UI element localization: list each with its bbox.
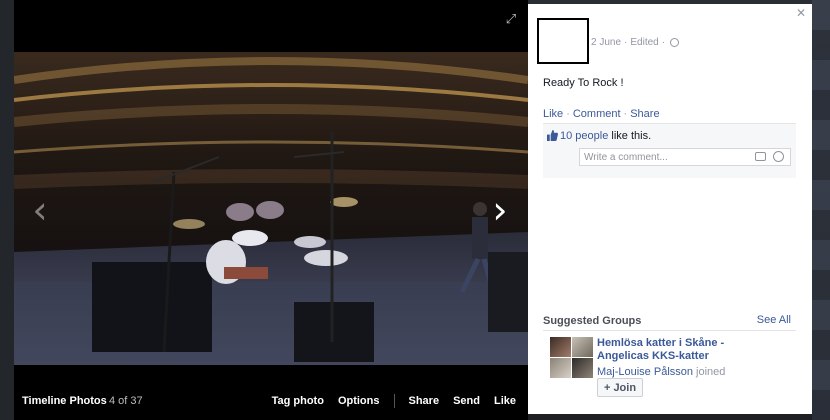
likes-summary: 10 people like this. xyxy=(560,130,651,142)
group-thumb-image xyxy=(550,358,571,378)
comment-placeholder: Write a comment... xyxy=(584,152,668,163)
divider xyxy=(543,330,796,331)
post-text: Ready To Rock ! xyxy=(543,77,624,89)
share-button[interactable]: Share xyxy=(409,395,440,407)
likes-comments-box: 10 people like this. Write a comment... xyxy=(543,123,796,178)
fullscreen-icon[interactable]: ⤢ xyxy=(504,12,518,26)
photo-stage: ⤢ ‹ › Timeline Photos 4 of 37 Tag photo … xyxy=(14,0,528,420)
post-actions: Like · Comment · Share xyxy=(543,108,660,120)
close-icon[interactable]: ✕ xyxy=(796,6,806,20)
chevron-left-icon[interactable]: ‹ xyxy=(26,190,54,230)
photo-action-bar: Timeline Photos 4 of 37 Tag photo Option… xyxy=(14,382,528,420)
post-meta: 2 June · Edited · xyxy=(591,37,680,48)
comment-link[interactable]: Comment xyxy=(573,108,621,120)
separator-dot: · xyxy=(566,108,570,120)
plus-icon: + xyxy=(604,381,611,394)
group-member-note: Maj-Louise Pålsson joined xyxy=(597,366,725,378)
like-button[interactable]: Like xyxy=(494,395,516,407)
options-button[interactable]: Options xyxy=(338,395,380,407)
post-side-panel: ✕ 2 June · Edited · Ready To Rock ! Like… xyxy=(528,4,812,414)
album-title[interactable]: Timeline Photos xyxy=(22,395,107,407)
edited-label[interactable]: Edited xyxy=(630,37,658,48)
backdrop-left-strip xyxy=(0,0,14,420)
globe-icon[interactable] xyxy=(670,38,680,47)
see-all-link[interactable]: See All xyxy=(757,314,791,326)
photo-image[interactable] xyxy=(14,52,528,365)
send-button[interactable]: Send xyxy=(453,395,480,407)
group-name-link[interactable]: Hemlösa katter i Skåne - Angelicas KKS-k… xyxy=(597,337,727,363)
concert-stage-photo xyxy=(14,52,528,365)
tag-photo-button[interactable]: Tag photo xyxy=(272,395,324,407)
divider xyxy=(393,394,395,408)
backdrop-right-strip xyxy=(812,0,830,420)
like-link[interactable]: Like xyxy=(543,108,563,120)
post-date[interactable]: 2 June xyxy=(591,37,621,48)
separator-dot: · xyxy=(661,37,666,48)
chevron-right-icon[interactable]: › xyxy=(486,190,514,230)
likes-count-link[interactable]: 10 people xyxy=(560,130,608,142)
smiley-icon[interactable] xyxy=(773,151,784,162)
member-suffix: joined xyxy=(693,366,726,378)
comment-input[interactable]: Write a comment... xyxy=(579,148,791,166)
likes-suffix: like this. xyxy=(608,130,652,142)
group-thumb-image xyxy=(550,337,571,357)
separator-dot: · xyxy=(624,37,628,48)
join-group-button[interactable]: + Join xyxy=(597,378,644,397)
separator-dot: · xyxy=(623,108,628,120)
suggested-groups-title: Suggested Groups xyxy=(543,315,642,327)
group-thumbnail[interactable] xyxy=(550,337,593,378)
join-label: Join xyxy=(613,381,637,394)
photo-count: 4 of 37 xyxy=(109,395,143,407)
avatar[interactable] xyxy=(537,18,589,64)
camera-icon[interactable] xyxy=(755,152,766,161)
group-thumb-image xyxy=(572,337,593,357)
thumbs-up-icon xyxy=(547,130,558,141)
share-link[interactable]: Share xyxy=(630,108,659,120)
photo-actions: Tag photo Options Share Send Like xyxy=(258,394,516,408)
group-thumb-image xyxy=(572,358,593,378)
member-name-link[interactable]: Maj-Louise Pålsson xyxy=(597,366,693,378)
